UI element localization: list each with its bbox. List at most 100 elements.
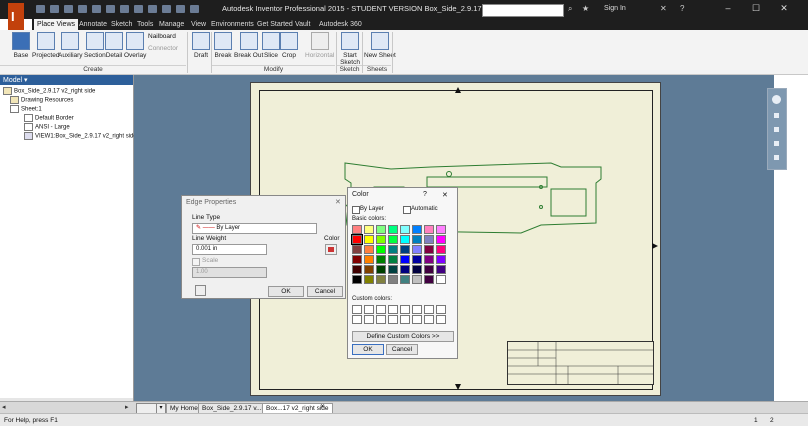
tab-manage[interactable]: Manage	[156, 19, 187, 30]
orbit-icon[interactable]	[774, 155, 779, 160]
tree-item-document[interactable]: Box_Side_2.9.17 v2_right side	[3, 87, 95, 95]
color-swatch[interactable]	[412, 225, 422, 234]
color-swatch[interactable]	[436, 265, 446, 274]
color-close-button[interactable]: ✕	[442, 191, 448, 199]
steering-wheel-icon[interactable]	[772, 95, 781, 104]
color-cancel-button[interactable]: Cancel	[386, 344, 418, 355]
edge-dialog-close-button[interactable]: ✕	[335, 198, 341, 206]
color-swatch[interactable]	[376, 235, 386, 244]
color-swatch[interactable]	[436, 235, 446, 244]
color-swatch[interactable]	[388, 245, 398, 254]
maximize-button[interactable]: ☐	[744, 3, 768, 16]
base-button[interactable]: Base	[12, 32, 30, 59]
color-swatch[interactable]	[400, 275, 410, 284]
tab-sketch[interactable]: Sketch	[108, 19, 135, 30]
break-button[interactable]: Break	[214, 32, 232, 59]
auxiliary-button[interactable]: Auxiliary	[58, 32, 83, 59]
color-swatch[interactable]	[400, 255, 410, 264]
fx-icon[interactable]	[190, 5, 199, 13]
color-swatch[interactable]	[424, 245, 434, 254]
edge-ok-button[interactable]: OK	[268, 286, 304, 297]
color-swatch[interactable]	[388, 265, 398, 274]
color-swatch[interactable]	[351, 234, 363, 245]
color-swatch[interactable]	[412, 235, 422, 244]
custom-color-swatch[interactable]	[400, 315, 410, 324]
custom-color-swatch[interactable]	[388, 315, 398, 324]
zoom-icon[interactable]	[774, 127, 779, 132]
draft-button[interactable]: Draft	[192, 32, 210, 59]
custom-color-swatch[interactable]	[364, 315, 374, 324]
color-swatch[interactable]	[352, 265, 362, 274]
color-swatch[interactable]	[376, 275, 386, 284]
measure-icon[interactable]	[148, 5, 157, 13]
color-swatch[interactable]	[412, 245, 422, 254]
color-swatch[interactable]	[376, 255, 386, 264]
color-swatch[interactable]	[388, 255, 398, 264]
help-icon[interactable]: ?	[680, 4, 684, 13]
tab-view[interactable]: View	[188, 19, 209, 30]
color-swatch[interactable]	[400, 265, 410, 274]
define-custom-colors-button[interactable]: Define Custom Colors >>	[352, 331, 454, 342]
select-icon[interactable]	[134, 5, 143, 13]
custom-color-swatch[interactable]	[352, 305, 362, 314]
custom-color-swatch[interactable]	[352, 315, 362, 324]
star-icon[interactable]: ★	[582, 4, 590, 13]
scale-checkbox[interactable]	[192, 258, 200, 266]
color-swatch[interactable]	[352, 275, 362, 284]
color-swatch[interactable]	[376, 225, 386, 234]
tree-item-drawing-resources[interactable]: Drawing Resources	[10, 96, 73, 104]
tree-item-view1[interactable]: VIEW1:Box_Side_2.9.17 v2_right side	[24, 132, 137, 140]
nailboard-button[interactable]: Nailboard	[148, 33, 176, 40]
search-icon[interactable]: ⌕	[568, 4, 576, 13]
custom-color-swatch[interactable]	[424, 315, 434, 324]
color-swatch[interactable]	[388, 275, 398, 284]
pan-icon[interactable]	[774, 113, 779, 118]
color-swatch[interactable]	[376, 265, 386, 274]
slice-button[interactable]: Slice	[262, 32, 280, 59]
color-swatch[interactable]	[436, 255, 446, 264]
color-help-button[interactable]: ?	[423, 191, 427, 198]
close-button[interactable]: ✕	[772, 3, 796, 16]
tab-vault[interactable]: Vault	[292, 19, 313, 30]
color-swatch[interactable]	[352, 255, 362, 264]
custom-color-swatch[interactable]	[424, 305, 434, 314]
scroll-right-icon[interactable]: ▸	[125, 403, 132, 411]
connector-button[interactable]: Connector	[148, 45, 178, 52]
color-swatch[interactable]	[424, 225, 434, 234]
color-swatch[interactable]	[376, 245, 386, 254]
color-swatch[interactable]	[424, 235, 434, 244]
overlay-button[interactable]: Overlay	[124, 32, 146, 59]
print-icon[interactable]	[120, 5, 129, 13]
color-swatch[interactable]	[388, 235, 398, 244]
scroll-left-icon[interactable]: ◂	[2, 403, 9, 411]
line-weight-select[interactable]: 0.001 in	[192, 244, 267, 255]
redo-icon[interactable]	[92, 5, 101, 13]
color-swatch[interactable]	[412, 275, 422, 284]
detail-button[interactable]: Detail	[105, 32, 123, 59]
color-swatch[interactable]	[400, 235, 410, 244]
scale-input[interactable]: 1.00	[192, 267, 267, 278]
navigation-bar[interactable]	[767, 88, 787, 170]
color-swatch[interactable]	[424, 255, 434, 264]
custom-color-swatch[interactable]	[436, 315, 446, 324]
save-icon[interactable]	[64, 5, 73, 13]
by-layer-checkbox[interactable]	[352, 206, 360, 214]
tab-get-started[interactable]: Get Started	[254, 19, 296, 30]
color-swatch[interactable]	[364, 275, 374, 284]
color-swatch[interactable]	[436, 275, 446, 284]
minimize-button[interactable]: –	[716, 3, 740, 16]
color-swatch[interactable]	[412, 265, 422, 274]
open-icon[interactable]	[50, 5, 59, 13]
edge-cancel-button[interactable]: Cancel	[307, 286, 343, 297]
tab-annotate[interactable]: Annotate	[76, 19, 110, 30]
color-swatch[interactable]	[364, 245, 374, 254]
help-icon[interactable]	[195, 285, 206, 296]
custom-color-swatch[interactable]	[412, 315, 422, 324]
horizontal-button[interactable]: Horizontal	[305, 32, 334, 59]
custom-color-swatch[interactable]	[436, 305, 446, 314]
custom-color-swatch[interactable]	[412, 305, 422, 314]
tab-environments[interactable]: Environments	[208, 19, 257, 30]
undo-icon[interactable]	[78, 5, 87, 13]
custom-color-swatch[interactable]	[400, 305, 410, 314]
tab-tools[interactable]: Tools	[134, 19, 156, 30]
